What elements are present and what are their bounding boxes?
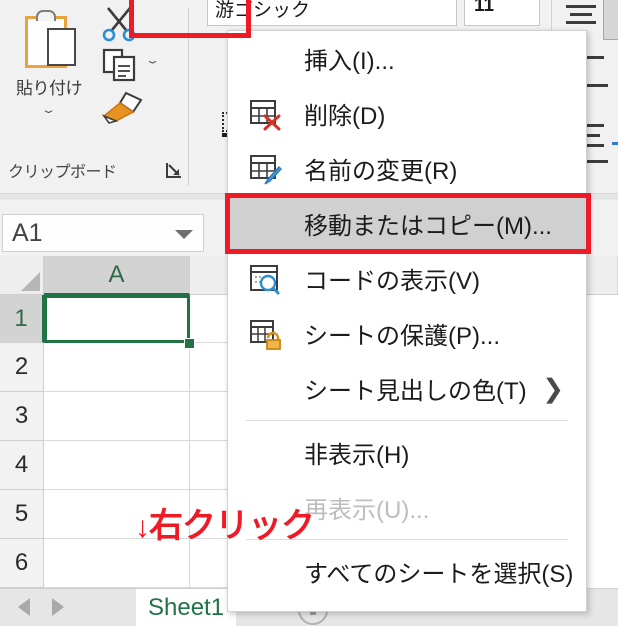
menu-item-hide[interactable]: 非表示(H) [228, 425, 586, 480]
cell-a2[interactable] [44, 343, 190, 392]
nav-next-arrow-icon[interactable] [52, 598, 64, 616]
row-header-6[interactable]: 6 [0, 539, 44, 588]
chevron-down-icon[interactable]: ⌄ [145, 56, 161, 67]
annotation-label: 右クリック [149, 507, 315, 545]
menu-item-label: 挿入(I)... [304, 48, 395, 75]
menu-item-label: 名前の変更(R) [304, 158, 458, 185]
annotation-right-click: ↓右クリック [135, 498, 315, 547]
column-header-label: A [108, 260, 125, 288]
menu-item-tab-color[interactable]: シート見出しの色(T) ❯ [228, 361, 586, 416]
sheet-tab-label: Sheet1 [148, 594, 225, 621]
column-header-a[interactable]: A [44, 256, 190, 295]
menu-item-label: 移動またはコピー(M)... [304, 213, 552, 240]
format-painter-brush-icon[interactable] [100, 90, 144, 124]
row-header-label: 6 [14, 549, 29, 576]
menu-item-rename[interactable]: 名前の変更(R) [228, 141, 586, 196]
menu-item-view-code[interactable]: コードの表示(V) [228, 251, 586, 306]
active-cell-selection[interactable] [44, 295, 190, 343]
menu-item-label: シートの保護(P)... [304, 323, 500, 350]
name-box[interactable]: A1 [2, 214, 204, 252]
menu-item-move-or-copy[interactable]: 移動またはコピー(M)... [225, 193, 591, 254]
menu-item-label: コードの表示(V) [304, 268, 480, 295]
align-center-icon[interactable] [586, 84, 608, 87]
triangle-down-icon[interactable] [175, 230, 193, 239]
paste-button[interactable]: 貼り付け ⌄ [6, 6, 92, 126]
menu-item-label: シート見出しの色(T) [304, 378, 527, 405]
sheet-nav-arrows [18, 598, 64, 616]
indent-increase-icon[interactable] [586, 144, 604, 147]
menu-item-label: 非表示(H) [304, 442, 410, 469]
menu-item-protect-sheet[interactable]: シートの保護(P)... [228, 306, 586, 361]
row-header-label: 4 [14, 451, 29, 478]
nav-prev-arrow-icon[interactable] [18, 598, 30, 616]
fill-handle[interactable] [184, 338, 195, 349]
menu-item-label: すべてのシートを選択(S) [304, 561, 574, 588]
menu-item-delete[interactable]: 削除(D) [228, 86, 586, 141]
dialog-launcher-arrow-icon[interactable] [166, 162, 182, 178]
sheet-tab-highlight-box [129, 0, 251, 38]
row-header-4[interactable]: 4 [0, 441, 44, 490]
clipboard-group-label: クリップボード [8, 164, 117, 181]
sheet-tab-sheet1[interactable]: Sheet1 [136, 589, 237, 626]
font-size-value: 11 [474, 0, 495, 16]
cell-a3[interactable] [44, 392, 190, 441]
menu-item-label: 再表示(U)... [304, 497, 430, 524]
align-left-icon[interactable] [586, 56, 604, 59]
row-header-label: 1 [14, 304, 28, 332]
alignment-button[interactable] [603, 0, 618, 40]
row-header-label: 5 [14, 500, 29, 527]
cell-a4[interactable] [44, 441, 190, 490]
paste-button-label: 貼り付け [16, 79, 83, 98]
view-code-icon [248, 262, 282, 296]
menu-item-insert[interactable]: 挿入(I)... [228, 31, 586, 86]
font-size-combobox[interactable]: 11 [464, 0, 540, 26]
wrap-text-icon[interactable] [586, 160, 608, 163]
delete-sheet-icon [248, 97, 282, 131]
row-header-5[interactable]: 5 [0, 490, 44, 539]
copy-icon[interactable] [102, 48, 140, 82]
row-header-3[interactable]: 3 [0, 392, 44, 441]
number-format-icon[interactable] [612, 142, 618, 145]
excel-window: 貼り付け ⌄ ⌄ クリップボード 游ゴシック 11 A1 A 1 2 3 4 5… [0, 0, 618, 626]
align-right-icon[interactable] [586, 124, 604, 127]
annotation-arrow-icon: ↓ [135, 511, 150, 544]
ribbon-group-separator-2 [551, 0, 552, 30]
align-lines-icon[interactable] [566, 4, 598, 26]
chevron-right-icon: ❯ [542, 373, 564, 403]
menu-item-label: 削除(D) [304, 103, 386, 130]
rename-sheet-icon [248, 152, 282, 186]
menu-item-select-all-sheets[interactable]: すべてのシートを選択(S) [228, 544, 586, 599]
ribbon-right-icons [586, 56, 618, 196]
chevron-down-icon[interactable]: ⌄ [41, 105, 57, 116]
row-header-label: 2 [14, 353, 29, 380]
protect-sheet-icon [248, 317, 282, 351]
name-box-value: A1 [12, 219, 43, 247]
select-all-corner-icon[interactable] [0, 256, 44, 295]
indent-decrease-icon[interactable] [586, 134, 600, 137]
row-header-2[interactable]: 2 [0, 343, 44, 392]
menu-separator [246, 420, 568, 421]
clipboard-paste-icon [20, 10, 78, 72]
row-header-label: 3 [14, 402, 29, 429]
row-header-1[interactable]: 1 [0, 295, 44, 343]
